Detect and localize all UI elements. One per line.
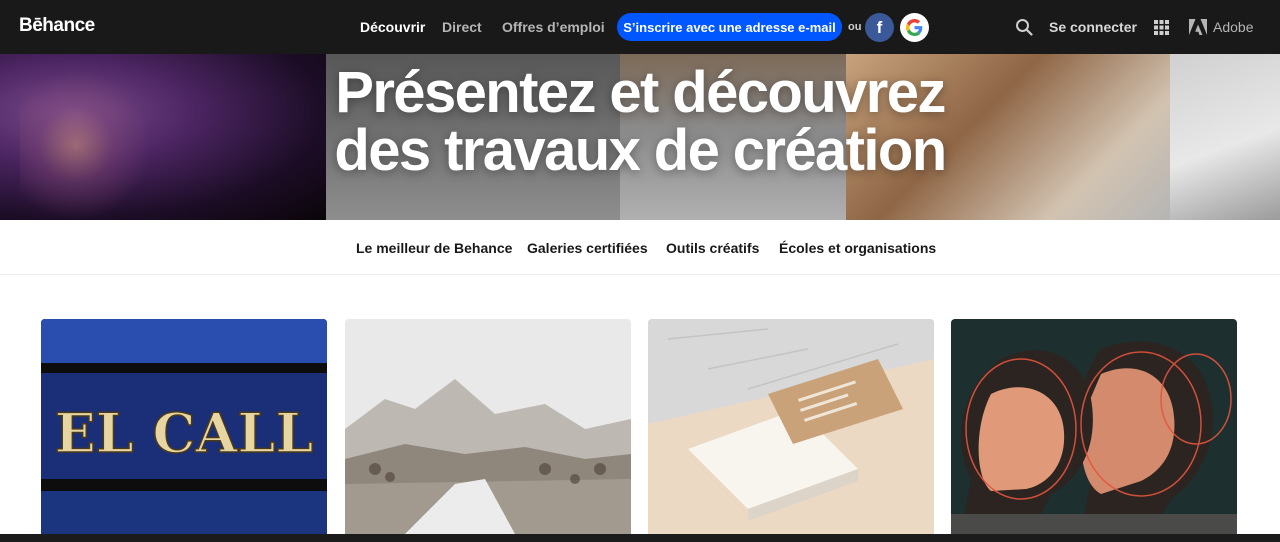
project-card[interactable] [345,319,631,534]
top-navigation: Bēhance Découvrir Direct Offres d’emploi… [0,0,1280,54]
tab-curated-galleries[interactable]: Galeries certifiées [527,240,648,256]
tab-schools-organizations[interactable]: Écoles et organisations [779,240,936,256]
card-image-business-cards [648,319,934,534]
project-card[interactable] [951,319,1237,534]
hero-title: Présentez et découvrez des travaux de cr… [0,64,1280,180]
apps-grid-icon[interactable] [1154,20,1169,35]
google-signup-button[interactable] [900,13,929,42]
nav-jobs[interactable]: Offres d’emploi [502,19,605,35]
adobe-link[interactable]: Adobe [1213,19,1253,35]
or-label: ou [848,21,862,33]
hero-title-line2: des travaux de création [334,118,947,183]
tab-creative-tools[interactable]: Outils créatifs [666,240,759,256]
behance-logo[interactable]: Bēhance [19,15,95,37]
google-icon [906,19,923,36]
project-card[interactable]: EL CALL [41,319,327,534]
el-call-sign-text: EL CALL [55,401,314,465]
hero-banner: Présentez et découvrez des travaux de cr… [0,54,1280,220]
tab-best-of-behance[interactable]: Le meilleur de Behance [356,240,512,256]
nav-live[interactable]: Direct [442,19,482,35]
signin-link[interactable]: Se connecter [1049,19,1137,35]
search-icon[interactable] [1015,18,1033,36]
card-image-double-portrait [951,319,1237,534]
bottom-bar [0,534,1280,542]
facebook-signup-button[interactable]: f [865,13,894,42]
signup-email-button[interactable]: S’inscrire avec une adresse e-mail [617,13,842,41]
project-card[interactable] [648,319,934,534]
card-image-el-call: EL CALL [41,319,327,534]
category-navigation: Le meilleur de Behance Galeries certifié… [0,220,1280,275]
nav-discover[interactable]: Découvrir [360,19,425,35]
adobe-logo-icon[interactable] [1189,19,1207,35]
facebook-icon: f [876,17,883,37]
card-image-snowy-mountain [345,319,631,534]
hero-title-line1: Présentez et découvrez [335,60,946,125]
